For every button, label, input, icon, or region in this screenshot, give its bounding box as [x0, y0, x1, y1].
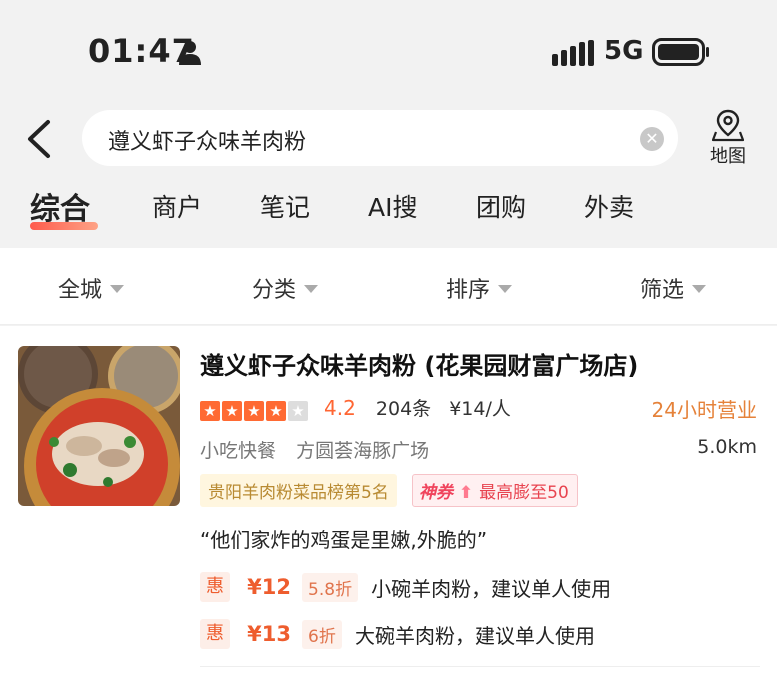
- coupon-badge[interactable]: 神券 ⬆ 最高膨至50: [411, 474, 578, 507]
- star-empty-icon: ★: [288, 400, 308, 421]
- shop-name[interactable]: 遵义虾子众味羊肉粉 (花果园财富广场店): [200, 346, 638, 381]
- filter-city-label: 全城: [58, 278, 103, 303]
- tab-ai-search[interactable]: AI搜: [368, 188, 417, 224]
- back-arrow-icon[interactable]: [20, 116, 60, 162]
- filter-more-label: 筛选: [640, 278, 685, 303]
- rating-row: ★ ★ ★ ★ ★ 4.2 204条 ¥14/人: [200, 394, 511, 421]
- deal-row[interactable]: 惠 ¥13 6折 大碗羊肉粉，建议单人使用: [200, 619, 595, 649]
- rank-badge[interactable]: 贵阳羊肉粉菜品榜第5名: [200, 474, 397, 507]
- network-label: 5G: [604, 36, 644, 66]
- shop-thumbnail[interactable]: [18, 346, 180, 506]
- review-count: 204条: [375, 398, 432, 420]
- filter-more[interactable]: 筛选: [640, 272, 707, 304]
- battery-icon: [652, 38, 709, 66]
- search-input[interactable]: 遵义虾子众味羊肉粉 ✕: [82, 110, 678, 166]
- filter-city[interactable]: 全城: [58, 272, 125, 304]
- review-quote[interactable]: “他们家炸的鸡蛋是里嫩,外脆的”: [200, 524, 487, 553]
- caret-down-icon: [692, 285, 707, 293]
- coupon-text: 最高膨至50: [479, 483, 569, 503]
- map-button[interactable]: 地图: [700, 108, 756, 170]
- caret-down-icon: [498, 285, 513, 293]
- distance: 5.0km: [697, 436, 757, 458]
- tab-comprehensive[interactable]: 综合: [30, 184, 90, 228]
- search-bar-row: 遵义虾子众味羊肉粉 ✕ 地图: [0, 108, 777, 170]
- shop-result-card[interactable]: 遵义虾子众味羊肉粉 (花果园财富广场店) ★ ★ ★ ★ ★ 4.2 204条 ¥14/…: [0, 326, 777, 680]
- up-arrow-icon: ⬆: [458, 483, 474, 503]
- map-label: 地图: [710, 146, 746, 167]
- tab-notes[interactable]: 笔记: [260, 188, 310, 224]
- star-filled-icon: ★: [244, 400, 264, 421]
- deal-discount: 6折: [302, 619, 342, 649]
- coupon-brand: 神券: [418, 483, 453, 503]
- shop-area: 方圆荟海豚广场: [296, 440, 430, 462]
- badge-row: 贵阳羊肉粉菜品榜第5名 神券 ⬆ 最高膨至50: [200, 474, 578, 507]
- star-filled-icon: ★: [266, 400, 286, 421]
- average-price: ¥14/人: [449, 398, 511, 420]
- deal-tag: 惠: [200, 572, 230, 602]
- divider: [200, 666, 760, 667]
- deal-price: ¥13: [247, 622, 291, 646]
- star-rating: ★ ★ ★ ★ ★: [200, 399, 310, 421]
- shop-category: 小吃快餐: [200, 440, 277, 462]
- filter-sort-label: 排序: [446, 278, 491, 303]
- deal-price: ¥12: [247, 575, 291, 599]
- deal-discount: 5.8折: [302, 572, 359, 602]
- caret-down-icon: [110, 285, 125, 293]
- star-filled-icon: ★: [222, 400, 242, 421]
- filter-sort[interactable]: 排序: [446, 272, 513, 304]
- star-filled-icon: ★: [200, 400, 220, 421]
- deal-row[interactable]: 惠 ¥12 5.8折 小碗羊肉粉，建议单人使用: [200, 572, 611, 602]
- rating-score: 4.2: [324, 396, 356, 420]
- map-pin-icon: [712, 109, 744, 142]
- filter-category-label: 分类: [252, 278, 297, 303]
- tab-merchants[interactable]: 商户: [152, 188, 202, 224]
- tab-delivery[interactable]: 外卖: [584, 188, 634, 224]
- signal-icon: [552, 40, 594, 66]
- filter-category[interactable]: 分类: [252, 272, 319, 304]
- deal-description: 大碗羊肉粉，建议单人使用: [354, 623, 595, 648]
- caret-down-icon: [304, 285, 319, 293]
- deal-description: 小碗羊肉粉，建议单人使用: [371, 576, 612, 601]
- tab-group-buy[interactable]: 团购: [476, 188, 526, 224]
- opening-hours: 24小时营业: [651, 398, 757, 422]
- clear-icon[interactable]: ✕: [640, 127, 664, 151]
- person-icon: [179, 41, 201, 65]
- search-query-text: 遵义虾子众味羊肉粉: [108, 130, 307, 155]
- deal-tag: 惠: [200, 619, 230, 649]
- filter-bar: 全城 分类 排序 筛选: [0, 248, 777, 325]
- result-tabs: 综合 商户 笔记 AI搜 团购 外卖: [0, 182, 777, 238]
- shop-meta: 小吃快餐 方圆荟海豚广场: [200, 436, 429, 463]
- status-bar: 01:47 5G: [0, 0, 777, 100]
